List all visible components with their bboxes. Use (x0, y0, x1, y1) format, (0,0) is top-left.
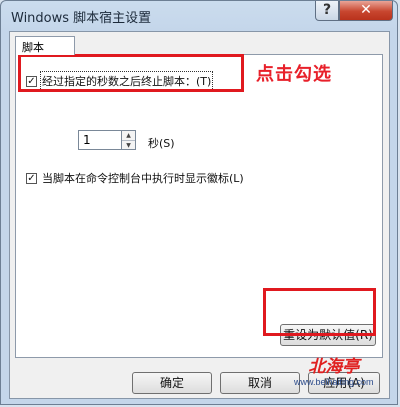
help-button[interactable]: ? (315, 1, 339, 21)
close-button[interactable]: ✕ (339, 1, 393, 21)
show-logo-label[interactable]: 当脚本在命令控制台中执行时显示徽标(L) (42, 170, 244, 186)
cancel-button[interactable]: 取消 (220, 372, 300, 394)
watermark-url: www.beihaiting.com (294, 377, 374, 387)
spin-down-arrow-icon[interactable]: ▼ (122, 141, 135, 150)
highlight-box-stop-script (18, 54, 244, 92)
cancel-label: 取消 (247, 376, 272, 390)
seconds-input[interactable]: 1 (78, 130, 122, 150)
ok-label: 确定 (159, 376, 184, 390)
seconds-unit-label: 秒(S) (148, 137, 175, 150)
spin-up-arrow-icon[interactable]: ▲ (122, 131, 135, 141)
show-logo-checkbox[interactable]: ✓ (26, 173, 37, 184)
watermark-logo: 北海亭 www.beihaiting.com (294, 352, 374, 387)
watermark-text: 北海亭 (308, 357, 360, 377)
help-icon: ? (322, 2, 332, 18)
title-bar[interactable]: Windows 脚本宿主设置 ? ✕ (1, 1, 397, 31)
highlight-box-reset-defaults (263, 288, 376, 336)
annotation-text: 点击勾选 (256, 64, 332, 85)
ok-button[interactable]: 确定 (132, 372, 212, 394)
seconds-spinner[interactable]: ▲ ▼ (122, 130, 136, 150)
checkmark-icon: ✓ (27, 173, 36, 184)
close-icon: ✕ (360, 2, 372, 18)
tab-script[interactable]: 脚本 (15, 36, 75, 55)
tab-script-label: 脚本 (22, 41, 44, 54)
window-title: Windows 脚本宿主设置 (11, 11, 152, 26)
seconds-value: 1 (83, 133, 91, 147)
